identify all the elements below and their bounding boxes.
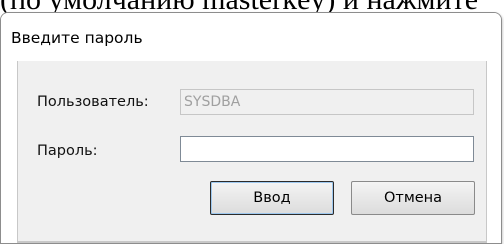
user-label: Пользователь: (37, 94, 149, 110)
dialog-title: Введите пароль (11, 29, 143, 47)
password-field[interactable] (180, 136, 474, 162)
cancel-button[interactable]: Отмена (351, 181, 475, 215)
dialog-client-area: Пользователь: SYSDBA Пароль: Ввод Отмена (17, 61, 487, 243)
dialog-titlebar[interactable]: Введите пароль (1, 13, 501, 61)
password-dialog: Введите пароль Пользователь: SYSDBA Паро… (0, 12, 502, 244)
dialog-bottom-edge (17, 241, 487, 243)
user-field: SYSDBA (180, 89, 474, 115)
password-label: Пароль: (37, 143, 98, 159)
enter-button[interactable]: Ввод (210, 181, 334, 215)
